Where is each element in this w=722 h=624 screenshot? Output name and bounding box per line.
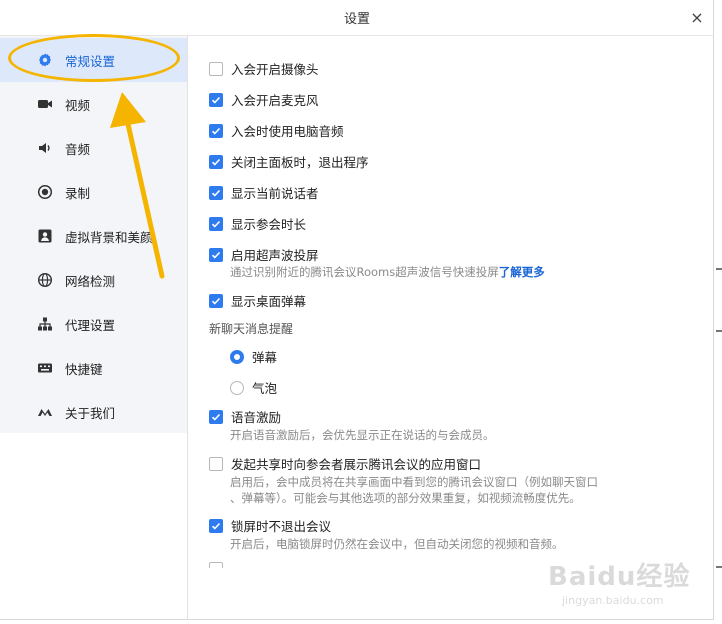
close-icon: ×	[690, 7, 704, 27]
exit-on-close-checkbox[interactable]	[209, 154, 223, 169]
show-duration-label: 显示参会时长	[231, 217, 307, 232]
edge-marker	[716, 566, 722, 568]
exit-on-close-option[interactable]: 关闭主面板时，退出程序	[209, 152, 369, 171]
show-speaker-option[interactable]: 显示当前说话者	[209, 183, 319, 202]
sidebar-item-label: 音频	[65, 141, 91, 157]
gear-icon	[37, 52, 53, 68]
portrait-icon	[37, 228, 53, 244]
chat-alert-bubble-label: 气泡	[252, 381, 278, 396]
voice-motivation-label: 语音激励	[231, 410, 282, 425]
video-camera-icon	[37, 96, 53, 112]
sidebar-item-shortcuts[interactable]: 快捷键	[0, 346, 187, 390]
content-scrollbar[interactable]	[706, 36, 714, 620]
share-app-window-option[interactable]: 发起共享时向参会者展示腾讯会议的应用窗口	[209, 454, 481, 473]
voice-motivation-description: 开启语音激励后，会优先显示正在说话的与会成员。	[230, 428, 495, 442]
edge-marker	[716, 330, 722, 332]
title-bar: 设置 ×	[0, 0, 714, 36]
sidebar: 常规设置 视频 音频 录制 虚拟背景和美颜 网络检测 代理设置 快捷键 关于我们	[0, 36, 187, 433]
chat-alert-bubble-option[interactable]: 气泡	[230, 378, 277, 397]
camera-on-join-label: 入会开启摄像头	[231, 62, 319, 77]
mic-on-join-label: 入会开启麦克风	[231, 93, 319, 108]
checkmark-icon	[211, 127, 221, 135]
pc-audio-on-join-option[interactable]: 入会时使用电脑音频	[209, 121, 344, 140]
globe-icon	[37, 272, 53, 288]
checkmark-icon	[211, 297, 221, 305]
lock-keep-meeting-description: 开启后，电脑锁屏时仍然在会议中，但自动关闭您的视频和音频。	[230, 537, 564, 551]
sidebar-item-label: 常规设置	[65, 53, 116, 69]
checkmark-icon	[211, 96, 221, 104]
sidebar-item-about[interactable]: 关于我们	[0, 390, 187, 434]
sidebar-item-video[interactable]: 视频	[0, 82, 187, 126]
close-button[interactable]: ×	[688, 7, 706, 27]
chat-alert-bubble-radio[interactable]	[230, 380, 244, 395]
mic-on-join-checkbox[interactable]	[209, 92, 223, 107]
general-settings-panel: 入会开启摄像头 入会开启麦克风 入会时使用电脑音频 关闭主面板时，退出程序 显示…	[188, 36, 714, 620]
chat-alert-section-label: 新聊天消息提醒	[209, 322, 294, 336]
share-app-window-description-line1: 启用后，会中成员将在共享画面中看到您的腾讯会议窗口（例如聊天窗口	[230, 475, 598, 489]
keyboard-icon	[37, 360, 53, 376]
tencent-meeting-logo-icon	[37, 404, 53, 420]
sidebar-item-label: 视频	[65, 97, 91, 113]
record-icon	[37, 184, 53, 200]
lock-keep-meeting-label: 锁屏时不退出会议	[231, 519, 332, 534]
show-duration-option[interactable]: 显示参会时长	[209, 214, 306, 233]
checkmark-icon	[211, 158, 221, 166]
desktop-danmaku-checkbox[interactable]	[209, 293, 223, 308]
camera-on-join-checkbox[interactable]	[209, 61, 223, 76]
speaker-icon	[37, 140, 53, 156]
lock-keep-meeting-checkbox[interactable]	[209, 518, 223, 533]
sidebar-item-audio[interactable]: 音频	[0, 126, 187, 170]
show-speaker-checkbox[interactable]	[209, 185, 223, 200]
ultrasonic-cast-description: 通过识别附近的腾讯会议Rooms超声波信号快速投屏了解更多	[230, 264, 545, 280]
window-title: 设置	[343, 12, 370, 27]
checkmark-icon	[211, 522, 221, 530]
chat-alert-danmaku-radio[interactable]	[230, 349, 244, 364]
share-app-window-checkbox[interactable]	[209, 456, 223, 471]
checkmark-icon	[211, 251, 221, 259]
learn-more-link[interactable]: 了解更多	[499, 265, 545, 279]
share-app-window-description-line2: 、弹幕等）。可能会与其他选项的部分效果重复，如视频流畅度优先。	[230, 491, 581, 505]
settings-window: 设置 × 常规设置 视频 音频 录制 虚拟背景和美颜 网络检测 代理设置 快捷键…	[0, 0, 714, 620]
ultrasonic-cast-option[interactable]: 启用超声波投屏	[209, 245, 319, 264]
sidebar-item-general[interactable]: 常规设置	[0, 38, 187, 82]
sidebar-item-label: 代理设置	[65, 317, 116, 333]
sidebar-item-record[interactable]: 录制	[0, 170, 187, 214]
lock-keep-meeting-option[interactable]: 锁屏时不退出会议	[209, 516, 331, 535]
exit-on-close-label: 关闭主面板时，退出程序	[231, 155, 369, 170]
desktop-danmaku-label: 显示桌面弹幕	[231, 294, 307, 309]
sidebar-item-label: 虚拟背景和美颜	[65, 229, 153, 245]
pc-audio-on-join-label: 入会时使用电脑音频	[231, 124, 344, 139]
sidebar-item-proxy[interactable]: 代理设置	[0, 302, 187, 346]
checkmark-icon	[211, 413, 221, 421]
next-option-partial[interactable]	[209, 562, 231, 568]
sidebar-item-label: 网络检测	[65, 273, 116, 289]
show-speaker-label: 显示当前说话者	[231, 186, 319, 201]
checkmark-icon	[211, 220, 221, 228]
ultrasonic-cast-desc-text: 通过识别附近的腾讯会议Rooms超声波信号快速投屏	[230, 265, 499, 279]
ultrasonic-cast-checkbox[interactable]	[209, 247, 223, 262]
show-duration-checkbox[interactable]	[209, 216, 223, 231]
network-tree-icon	[37, 316, 53, 332]
ultrasonic-cast-label: 启用超声波投屏	[231, 248, 319, 263]
next-option-checkbox[interactable]	[209, 562, 223, 568]
sidebar-item-label: 录制	[65, 185, 91, 201]
sidebar-item-virtual-background[interactable]: 虚拟背景和美颜	[0, 214, 187, 258]
sidebar-item-network-check[interactable]: 网络检测	[0, 258, 187, 302]
mic-on-join-option[interactable]: 入会开启麦克风	[209, 90, 319, 109]
pc-audio-on-join-checkbox[interactable]	[209, 123, 223, 138]
sidebar-item-label: 快捷键	[65, 361, 103, 377]
chat-alert-danmaku-option[interactable]: 弹幕	[230, 347, 277, 366]
chat-alert-danmaku-label: 弹幕	[252, 350, 278, 365]
voice-motivation-option[interactable]: 语音激励	[209, 407, 281, 426]
camera-on-join-option[interactable]: 入会开启摄像头	[209, 59, 319, 78]
desktop-danmaku-option[interactable]: 显示桌面弹幕	[209, 291, 306, 310]
voice-motivation-checkbox[interactable]	[209, 409, 223, 424]
edge-marker	[716, 268, 722, 270]
checkmark-icon	[211, 189, 221, 197]
sidebar-item-label: 关于我们	[65, 405, 116, 421]
share-app-window-label: 发起共享时向参会者展示腾讯会议的应用窗口	[231, 457, 482, 472]
